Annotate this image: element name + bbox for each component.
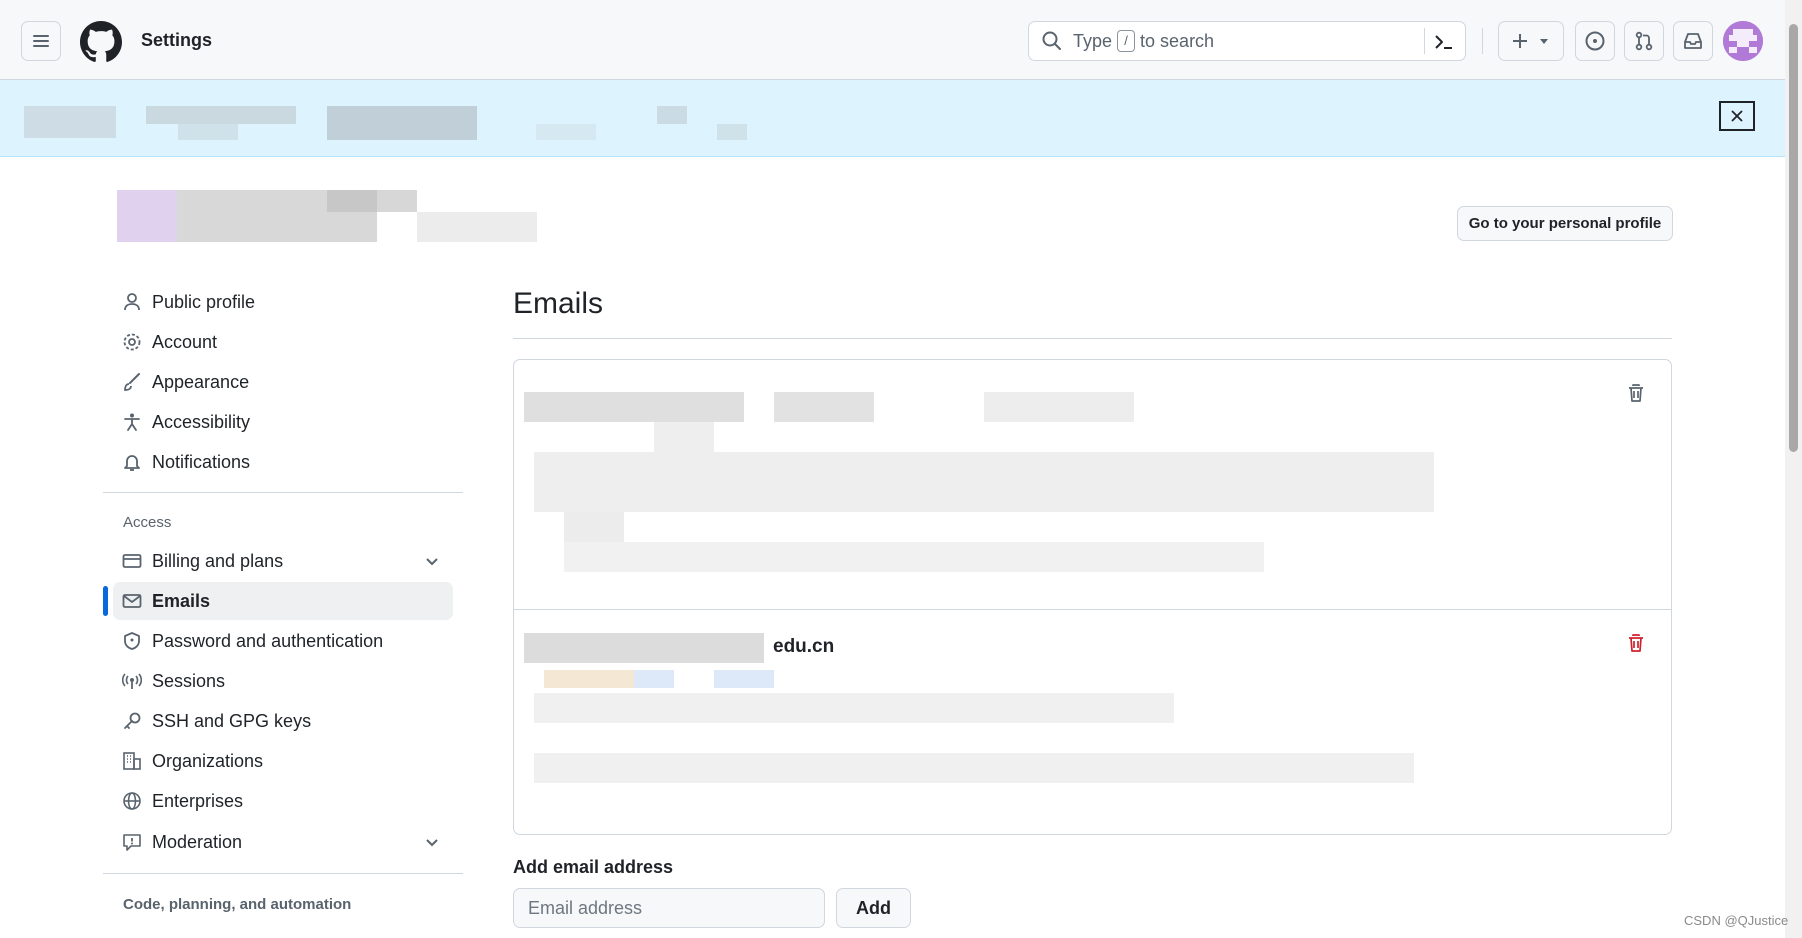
sidebar-section-code: Code, planning, and automation [123, 896, 352, 913]
go-to-profile-button[interactable]: Go to your personal profile [1457, 206, 1673, 241]
broadcast-icon [121, 670, 143, 692]
github-logo-icon[interactable] [80, 21, 122, 63]
issue-circle-icon [1585, 31, 1605, 51]
email-list: edu.cn [513, 359, 1672, 835]
sidebar-item-public-profile[interactable]: Public profile [113, 283, 453, 321]
banner-close-button[interactable] [1719, 101, 1755, 131]
sidebar-item-label: Notifications [152, 451, 251, 472]
email-address-input[interactable] [513, 888, 825, 928]
close-icon [1731, 110, 1743, 122]
search-placeholder-prefix: Type [1073, 30, 1113, 51]
accessibility-icon [121, 411, 143, 433]
paintbrush-icon [121, 371, 143, 393]
sidebar-item-label: Public profile [152, 291, 256, 312]
sidebar-item-ssh-gpg-keys[interactable]: SSH and GPG keys [113, 702, 453, 740]
inbox-icon [1684, 33, 1702, 49]
add-email-button[interactable]: Add [836, 888, 911, 928]
inbox-button[interactable] [1673, 21, 1713, 61]
trash-icon[interactable] [1625, 632, 1647, 654]
sidebar-item-billing[interactable]: Billing and plans [113, 542, 453, 580]
shield-icon [121, 630, 143, 652]
person-icon [121, 291, 143, 313]
menu-button[interactable] [21, 21, 61, 61]
mail-icon [121, 590, 143, 612]
sidebar-item-password-authentication[interactable]: Password and authentication [113, 622, 453, 660]
sidebar-section-access: Access [123, 514, 172, 531]
sidebar-item-moderation[interactable]: Moderation [113, 823, 453, 861]
page-title: Emails [513, 287, 604, 320]
page-scrollbar[interactable] [1785, 0, 1802, 938]
search-icon [1042, 31, 1061, 50]
command-palette-icon[interactable] [1433, 31, 1455, 53]
bell-icon [121, 451, 143, 473]
credit-card-icon [121, 550, 143, 572]
sidebar-item-label: Account [152, 331, 218, 352]
sidebar-item-account[interactable]: Account [113, 323, 453, 361]
sidebar-item-organizations[interactable]: Organizations [113, 742, 453, 780]
sidebar-item-appearance[interactable]: Appearance [113, 363, 453, 401]
git-pull-request-icon [1635, 31, 1653, 51]
plus-icon [1513, 34, 1527, 48]
triangle-down-icon [1540, 39, 1548, 44]
sidebar-item-label: Accessibility [152, 411, 251, 432]
create-new-button[interactable] [1498, 21, 1564, 61]
search-input[interactable]: Type / to search [1028, 21, 1466, 61]
sidebar-item-enterprises[interactable]: Enterprises [113, 782, 453, 820]
notice-banner [0, 80, 1785, 157]
email-address: edu.cn [773, 636, 835, 657]
sidebar-item-label: Emails [152, 590, 211, 611]
sidebar-item-sessions[interactable]: Sessions [113, 662, 453, 700]
search-divider [1424, 28, 1425, 54]
sidebar-item-label: SSH and GPG keys [152, 710, 312, 731]
search-placeholder-suffix: to search [1140, 30, 1215, 51]
header-title: Settings [141, 30, 213, 50]
search-placeholder: Type / to search [1073, 30, 1214, 52]
report-icon [121, 831, 143, 853]
trash-icon[interactable] [1625, 382, 1647, 404]
sidebar-item-label: Appearance [152, 371, 250, 392]
active-indicator [103, 586, 108, 616]
pull-requests-button[interactable] [1624, 21, 1664, 61]
hamburger-icon [33, 35, 49, 47]
chevron-down-icon[interactable] [423, 833, 441, 851]
avatar[interactable] [1723, 21, 1763, 61]
email-row-divider [514, 609, 1671, 610]
scrollbar-thumb[interactable] [1789, 24, 1798, 452]
sidebar-divider [103, 873, 463, 874]
sidebar-item-accessibility[interactable]: Accessibility [113, 403, 453, 441]
globe-icon [121, 790, 143, 812]
sidebar-item-emails[interactable]: Emails [113, 582, 453, 620]
sidebar-item-label: Billing and plans [152, 550, 284, 571]
gear-icon [121, 331, 143, 353]
title-divider [513, 338, 1672, 339]
sidebar-item-notifications[interactable]: Notifications [113, 443, 453, 481]
sidebar-divider [103, 492, 463, 493]
identicon-icon [1723, 21, 1763, 61]
top-header: Settings Type / to search [0, 0, 1785, 80]
sidebar-item-label: Enterprises [152, 790, 244, 811]
add-email-label: Add email address [513, 857, 674, 877]
search-shortcut-key: / [1117, 30, 1136, 52]
organization-icon [121, 750, 143, 772]
watermark: CSDN @QJustice [1684, 913, 1789, 928]
header-divider [1482, 28, 1483, 54]
sidebar-item-label: Sessions [152, 670, 226, 691]
issues-button[interactable] [1575, 21, 1615, 61]
key-icon [121, 710, 143, 732]
sidebar-item-label: Organizations [152, 750, 264, 771]
sidebar-item-label: Moderation [152, 831, 243, 852]
chevron-down-icon[interactable] [423, 552, 441, 570]
sidebar-item-label: Password and authentication [152, 630, 384, 651]
